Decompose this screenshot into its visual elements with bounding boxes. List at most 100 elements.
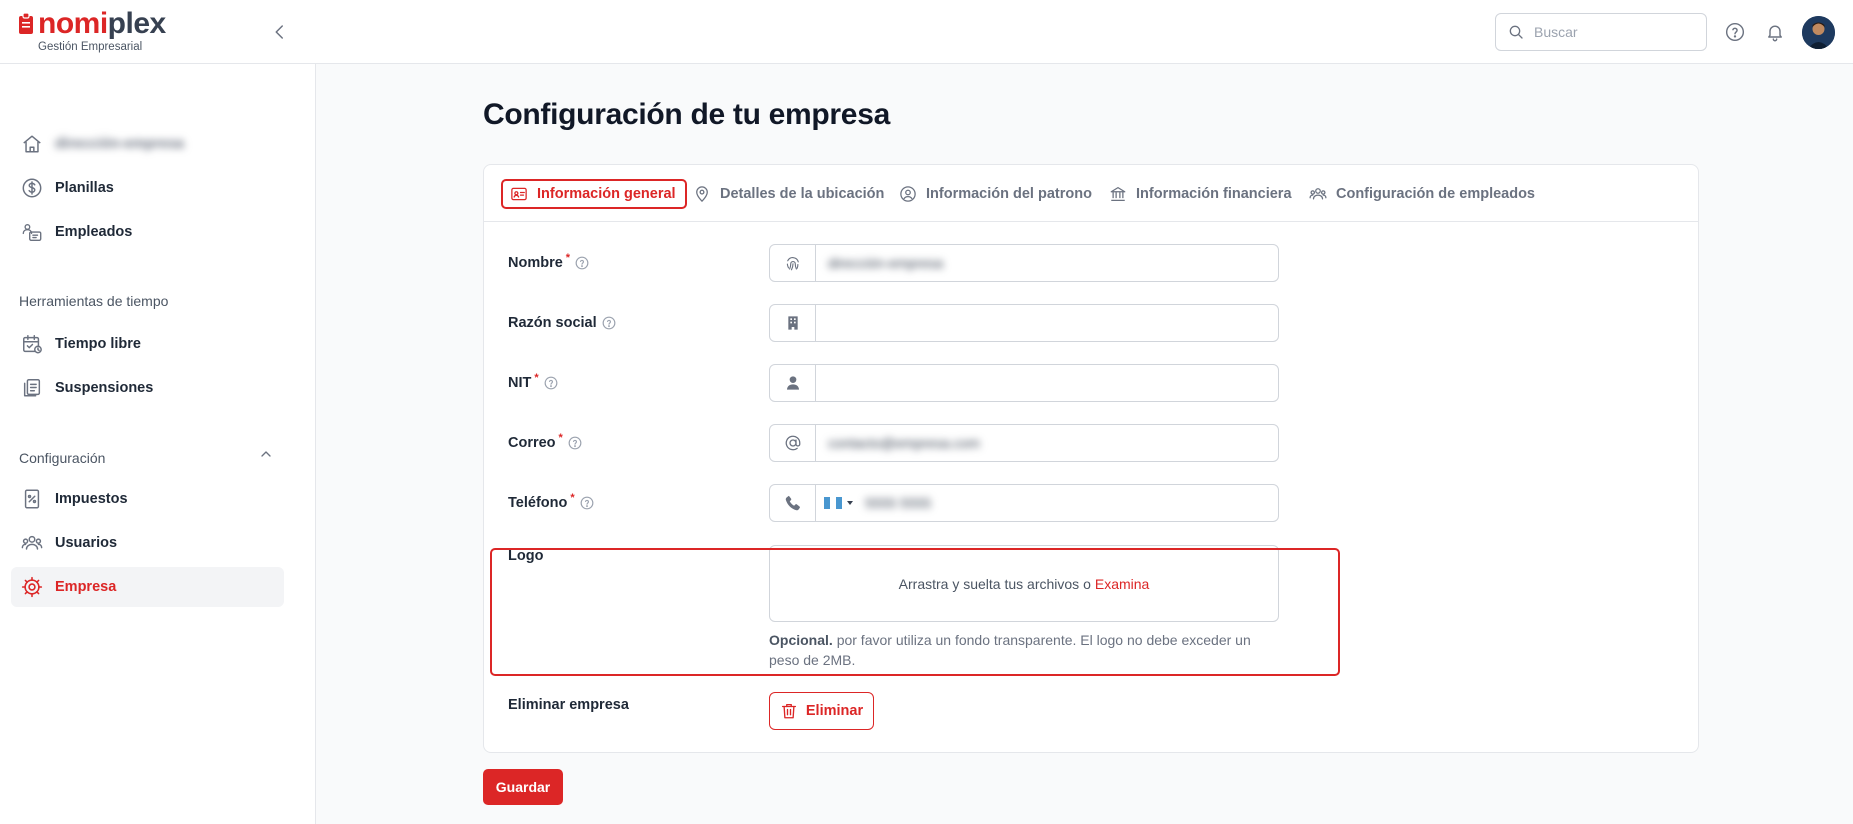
tab-informacion-financiera[interactable]: Información financiera	[1108, 179, 1292, 209]
delete-button-label: Eliminar	[805, 703, 864, 719]
help-button[interactable]	[1723, 20, 1747, 44]
sidebar-item-label: Planillas	[55, 180, 114, 196]
help-icon[interactable]	[575, 256, 589, 270]
logo-dropzone[interactable]: Arrastra y suelta tus archivos o Examina	[769, 545, 1279, 622]
field-label-text: NIT	[508, 375, 532, 391]
clipboard-icon	[20, 376, 44, 400]
field-label-text: Logo	[508, 548, 544, 564]
help-icon[interactable]	[568, 436, 582, 450]
help-icon[interactable]	[580, 496, 594, 510]
nit-input[interactable]	[816, 365, 1278, 401]
nombre-field	[769, 244, 1279, 282]
sidebar-item-impuestos[interactable]: Impuestos	[11, 479, 284, 519]
notifications-button[interactable]	[1763, 20, 1787, 44]
id-card-icon	[509, 184, 529, 204]
percent-doc-icon	[20, 487, 44, 511]
country-selector[interactable]	[816, 485, 853, 521]
tab-label: Configuración de empleados	[1336, 186, 1535, 202]
brand-name-part1: nomi	[38, 7, 108, 40]
clipboard-logo-icon	[19, 12, 33, 34]
sidebar-item-suspensiones[interactable]: Suspensiones	[11, 368, 284, 408]
sidebar-item-label: Suspensiones	[55, 380, 154, 396]
tab-configuracion-empleados[interactable]: Configuración de empleados	[1308, 179, 1535, 209]
gear-icon	[20, 575, 44, 599]
section-label-configuracion: Configuración	[19, 450, 106, 466]
users-icon	[20, 531, 44, 555]
razon-social-field	[769, 304, 1279, 342]
required-mark: *	[558, 432, 563, 444]
bell-icon	[1768, 25, 1782, 42]
telefono-input[interactable]	[853, 485, 1278, 521]
sidebar-item-label: Usuarios	[55, 535, 118, 551]
tab-label: Detalles de la ubicación	[720, 186, 885, 202]
logo-label: Logo	[508, 548, 543, 564]
settings-card: Información general Detalles de la ubica…	[483, 164, 1699, 753]
help-icon[interactable]	[544, 376, 558, 390]
avatar-image	[1802, 16, 1835, 49]
dollar-circle-icon	[20, 176, 44, 200]
help-icon[interactable]	[602, 316, 616, 330]
browse-link[interactable]: Examina	[1095, 576, 1149, 592]
sidebar-item-usuarios[interactable]: Usuarios	[11, 523, 284, 563]
help-icon	[1725, 22, 1745, 42]
trash-icon	[781, 703, 796, 719]
correo-input[interactable]	[816, 425, 1278, 461]
sidebar-item-label: dirección-empresa	[55, 136, 184, 152]
tab-informacion-general[interactable]: Información general	[501, 179, 687, 209]
tab-informacion-patrono[interactable]: Información del patrono	[898, 179, 1092, 209]
sidebar-item-label: Empresa	[55, 579, 117, 595]
at-icon	[770, 425, 816, 461]
nit-label: NIT *	[508, 372, 558, 391]
logo-note-text: por favor utiliza un fondo transparente.…	[769, 632, 1251, 668]
section-label-time-tools: Herramientas de tiempo	[19, 293, 169, 309]
search-input[interactable]	[1534, 24, 1694, 40]
correo-label: Correo *	[508, 432, 582, 451]
required-mark: *	[570, 492, 575, 504]
chevron-up-icon[interactable]	[258, 446, 274, 462]
tab-bar: Información general Detalles de la ubica…	[484, 165, 1698, 222]
user-avatar[interactable]	[1802, 16, 1835, 49]
building-icon	[770, 305, 816, 341]
logo-help-text: Opcional. por favor utiliza un fondo tra…	[769, 630, 1279, 670]
field-label-text: Eliminar empresa	[508, 697, 629, 713]
field-label-text: Teléfono	[508, 495, 568, 511]
sidebar-item-empresa[interactable]: Empresa	[11, 567, 284, 607]
sidebar-item-label: Impuestos	[55, 491, 128, 507]
employees-icon	[20, 220, 44, 244]
brand-name-part2: plex	[107, 7, 167, 40]
search-icon	[1509, 25, 1523, 39]
razon-social-input[interactable]	[816, 305, 1278, 341]
search-box[interactable]	[1495, 13, 1707, 51]
save-button[interactable]: Guardar	[483, 769, 563, 805]
sidebar-item-empleados[interactable]: Empleados	[11, 212, 284, 252]
field-label-text: Correo	[508, 435, 556, 451]
sidebar-item-label: Tiempo libre	[55, 336, 141, 352]
chevron-left-icon	[275, 25, 283, 39]
required-mark: *	[565, 252, 571, 264]
brand-tagline: Gestión Empresarial	[38, 41, 143, 53]
sidebar: dirección-empresa Planillas Empleados He…	[0, 64, 316, 824]
brand-logo[interactable]: nomi plex Gestión Empresarial	[17, 8, 166, 53]
guatemala-flag-icon	[824, 497, 842, 509]
nombre-label: Nombre *	[508, 252, 589, 271]
tab-detalles-ubicacion[interactable]: Detalles de la ubicación	[692, 179, 884, 209]
nombre-input[interactable]	[816, 245, 1278, 281]
calendar-check-icon	[20, 332, 44, 356]
telefono-field	[769, 484, 1279, 522]
tab-label: Información financiera	[1136, 186, 1292, 202]
sidebar-item-tiempo-libre[interactable]: Tiempo libre	[11, 324, 284, 364]
sidebar-item-home[interactable]: dirección-empresa	[11, 124, 284, 164]
delete-company-label: Eliminar empresa	[508, 697, 629, 713]
sidebar-item-planillas[interactable]: Planillas	[11, 168, 284, 208]
sidebar-item-label: Empleados	[55, 224, 133, 240]
logo-note-bold: Opcional.	[769, 632, 833, 648]
dropzone-text: Arrastra y suelta tus archivos o	[898, 575, 1091, 592]
required-mark: *	[534, 372, 539, 384]
phone-icon	[770, 485, 816, 521]
bank-icon	[1108, 184, 1128, 204]
collapse-sidebar-button[interactable]	[268, 20, 292, 44]
users-icon	[1308, 184, 1328, 204]
razon-social-label: Razón social	[508, 315, 616, 331]
field-label-text: Razón social	[508, 315, 597, 331]
delete-company-button[interactable]: Eliminar	[769, 692, 874, 730]
